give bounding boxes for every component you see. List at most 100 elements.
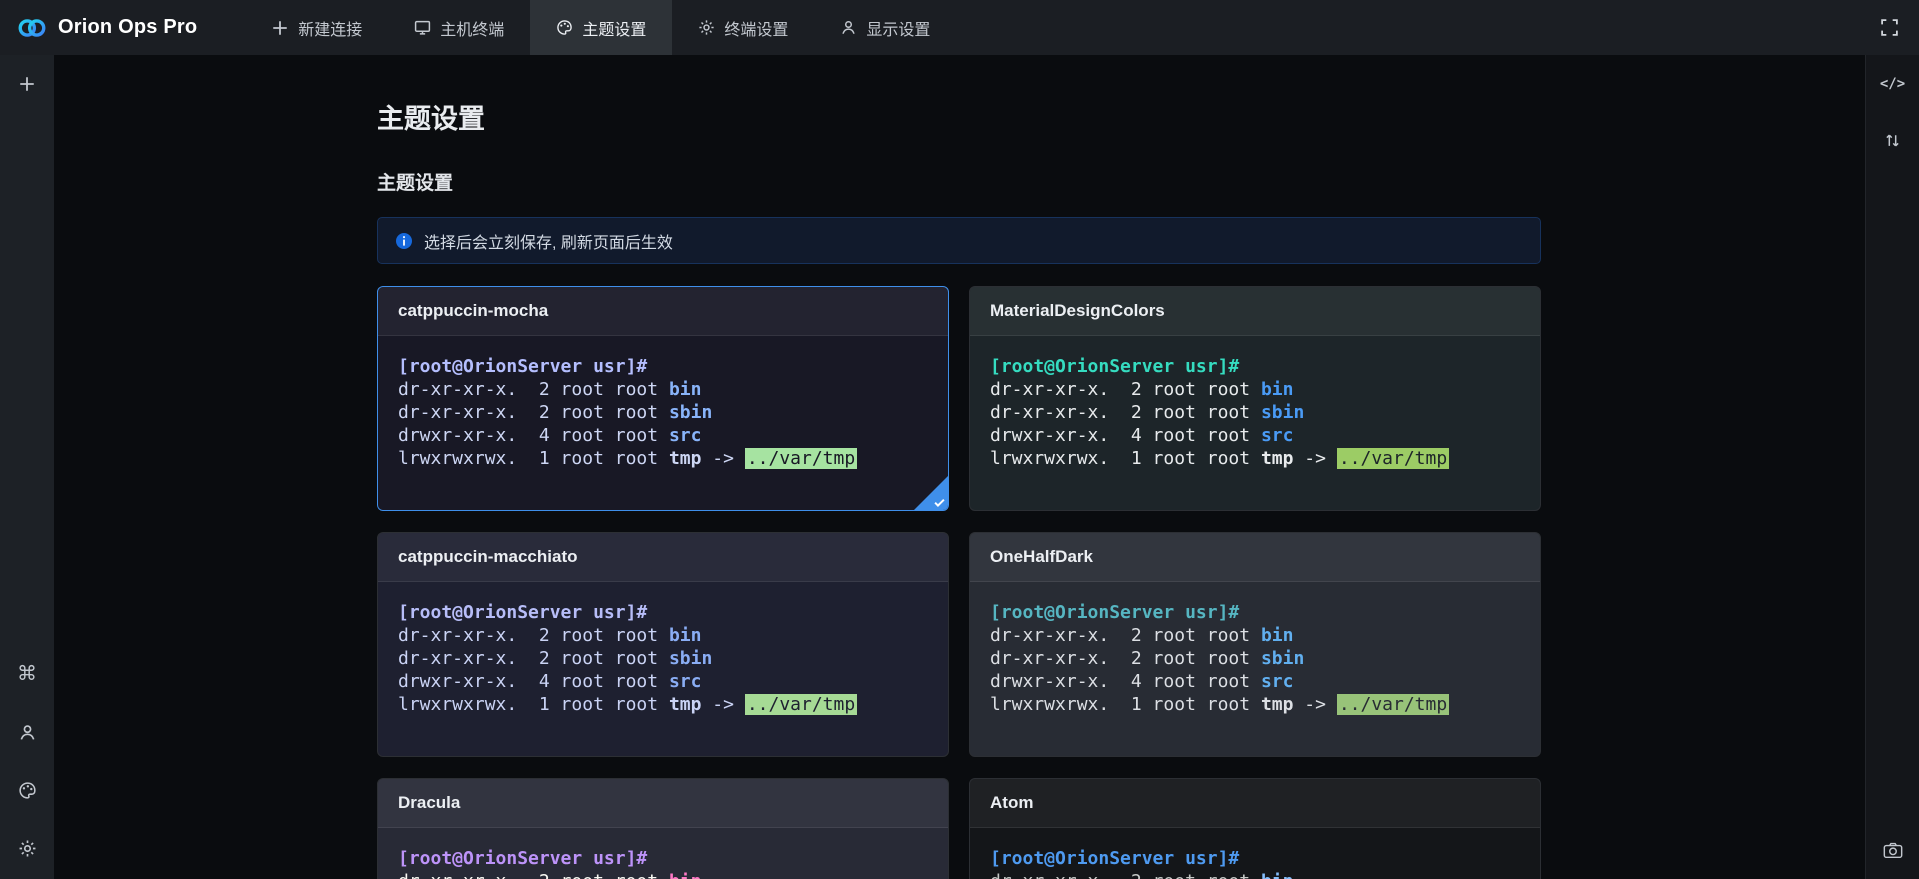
info-icon bbox=[395, 232, 413, 250]
terminal-preview: [root@OrionServer usr]#dr-xr-xr-x. 2 roo… bbox=[378, 582, 948, 756]
dir-name: src bbox=[1261, 671, 1294, 692]
nav-item-主题设置[interactable]: 主题设置 bbox=[530, 0, 672, 55]
camera-icon[interactable] bbox=[1876, 835, 1910, 865]
terminal-line: dr-xr-xr-x. 2 root root bin bbox=[398, 870, 928, 879]
terminal-preview: [root@OrionServer usr]#dr-xr-xr-x. 2 roo… bbox=[970, 582, 1540, 756]
symlink-name: tmp bbox=[1261, 448, 1294, 469]
app-logo-icon bbox=[16, 15, 48, 41]
content-area: 主题设置 主题设置 选择后会立刻保存, 刷新页面后生效 catppuccin-m… bbox=[54, 55, 1865, 879]
nav-item-主机终端[interactable]: 主机终端 bbox=[388, 0, 530, 55]
app-title: Orion Ops Pro bbox=[58, 16, 197, 39]
info-alert-text: 选择后会立刻保存, 刷新页面后生效 bbox=[424, 229, 673, 253]
palette-icon[interactable] bbox=[10, 775, 44, 805]
theme-card-header: MaterialDesignColors bbox=[970, 287, 1540, 336]
gear-icon[interactable] bbox=[10, 833, 44, 863]
left-sidebar: ⌘ bbox=[0, 55, 54, 879]
symlink-target: ../var/tmp bbox=[745, 694, 857, 715]
dir-name: sbin bbox=[669, 648, 712, 669]
right-sidebar-bottom bbox=[1876, 835, 1910, 879]
theme-card-catppuccin-macchiato[interactable]: catppuccin-macchiato [root@OrionServer us… bbox=[377, 532, 949, 757]
dir-name: sbin bbox=[669, 402, 712, 423]
code-icon[interactable]: </> bbox=[1876, 69, 1910, 99]
dir-name: bin bbox=[1261, 379, 1294, 400]
nav-item-新建连接[interactable]: 新建连接 bbox=[245, 0, 388, 55]
terminal-line: dr-xr-xr-x. 2 root root bin bbox=[990, 870, 1520, 879]
dir-name: src bbox=[669, 425, 702, 446]
theme-card-Dracula[interactable]: Dracula [root@OrionServer usr]#dr-xr-xr-x… bbox=[377, 778, 949, 879]
check-icon bbox=[934, 498, 945, 507]
nav-item-label: 新建连接 bbox=[298, 16, 362, 40]
fullscreen-icon[interactable] bbox=[1880, 18, 1899, 37]
terminal-line: drwxr-xr-x. 4 root root src bbox=[990, 670, 1520, 693]
theme-name: Dracula bbox=[398, 793, 460, 813]
dir-name: sbin bbox=[1261, 648, 1304, 669]
terminal-line: dr-xr-xr-x. 2 root root bin bbox=[398, 624, 928, 647]
terminal-line: dr-xr-xr-x. 2 root root sbin bbox=[398, 647, 928, 670]
terminal-line: dr-xr-xr-x. 2 root root sbin bbox=[398, 401, 928, 424]
terminal-prompt-line: [root@OrionServer usr]# bbox=[398, 601, 928, 624]
terminal-line: lrwxrwxrwx. 1 root root tmp -> ../var/tm… bbox=[398, 447, 928, 470]
section-title: 主题设置 bbox=[377, 168, 1865, 195]
display-user-icon bbox=[840, 19, 857, 36]
theme-icon bbox=[556, 19, 573, 36]
terminal-preview: [root@OrionServer usr]# dr-xr-xr-x. 2 roo… bbox=[970, 336, 1540, 510]
dir-name: bin bbox=[669, 625, 702, 646]
right-sidebar: </> bbox=[1865, 55, 1919, 879]
dir-name: bin bbox=[669, 379, 702, 400]
symlink-target: ../var/tmp bbox=[1337, 448, 1449, 469]
theme-card-OneHalfDark[interactable]: OneHalfDark[root@OrionServer usr]#dr-xr-… bbox=[969, 532, 1541, 757]
terminal-line: dr-xr-xr-x. 2 root root sbin bbox=[990, 401, 1520, 424]
terminal-preview: [root@OrionServer usr]#dr-xr-xr-x. 2 roo… bbox=[378, 828, 948, 879]
terminal-line: drwxr-xr-x. 4 root root src bbox=[398, 670, 928, 693]
terminal-line: dr-xr-xr-x. 2 root root bin bbox=[990, 624, 1520, 647]
theme-name: catppuccin-macchiato bbox=[398, 547, 578, 567]
app-root: Orion Ops Pro 新建连接主机终端主题设置终端设置显示设置 ⌘ 主题设… bbox=[0, 0, 1919, 879]
terminal-preview: [root@OrionServer usr]#dr-xr-xr-x. 2 roo… bbox=[970, 828, 1540, 879]
nav-item-显示设置[interactable]: 显示设置 bbox=[814, 0, 956, 55]
nav-item-label: 显示设置 bbox=[866, 16, 930, 40]
left-sidebar-bottom: ⌘ bbox=[10, 659, 44, 879]
terminal-prompt-line: [root@OrionServer usr]# bbox=[990, 601, 1520, 624]
nav-item-终端设置[interactable]: 终端设置 bbox=[672, 0, 814, 55]
terminal-prompt-line: [root@OrionServer usr]# bbox=[990, 355, 1520, 378]
settings-gear-icon bbox=[698, 19, 715, 36]
dir-name: bin bbox=[669, 871, 702, 879]
terminal-prompt-line: [root@OrionServer usr]# bbox=[990, 847, 1520, 870]
symlink-target: ../var/tmp bbox=[745, 448, 857, 469]
theme-card-MaterialDesignColors[interactable]: MaterialDesignColors[root@OrionServer us… bbox=[969, 286, 1541, 511]
user-icon[interactable] bbox=[10, 717, 44, 747]
theme-name: OneHalfDark bbox=[990, 547, 1093, 567]
terminal-line: lrwxrwxrwx. 1 root root tmp -> ../var/tm… bbox=[990, 693, 1520, 716]
right-sidebar-top: </> bbox=[1876, 69, 1910, 155]
nav-item-label: 主机终端 bbox=[440, 16, 504, 40]
terminal-line: dr-xr-xr-x. 2 root root sbin bbox=[990, 647, 1520, 670]
command-icon[interactable]: ⌘ bbox=[10, 659, 44, 689]
terminal-line: drwxr-xr-x. 4 root root src bbox=[990, 424, 1520, 447]
info-alert: 选择后会立刻保存, 刷新页面后生效 bbox=[377, 217, 1541, 264]
symlink-target: ../var/tmp bbox=[1337, 694, 1449, 715]
symlink-name: tmp bbox=[669, 694, 702, 715]
dir-name: bin bbox=[1261, 871, 1294, 879]
theme-card-header: catppuccin-macchiato bbox=[378, 533, 948, 582]
terminal-preview: [root@OrionServer usr]# dr-xr-xr-x. 2 roo… bbox=[378, 336, 948, 510]
terminal-monitor-icon bbox=[414, 19, 431, 36]
dir-name: sbin bbox=[1261, 402, 1304, 423]
dir-name: src bbox=[1261, 425, 1294, 446]
theme-card-Atom[interactable]: Atom[root@OrionServer usr]#dr-xr-xr-x. 2… bbox=[969, 778, 1541, 879]
plus-icon bbox=[271, 19, 289, 37]
sort-arrows-icon[interactable] bbox=[1876, 125, 1910, 155]
brand: Orion Ops Pro bbox=[0, 15, 217, 41]
theme-card-catppuccin-mocha[interactable]: catppuccin-mocha [root@OrionServer usr]# d… bbox=[377, 286, 949, 511]
nav-item-label: 主题设置 bbox=[582, 16, 646, 40]
main-nav: 新建连接 主机终端 主题设置 终端设置 显示设置 bbox=[245, 0, 956, 55]
plus-icon[interactable] bbox=[10, 69, 44, 99]
terminal-prompt-line: [root@OrionServer usr]# bbox=[398, 355, 928, 378]
main-row: ⌘ 主题设置 主题设置 选择后会立刻保存, 刷新页面后生效 catppuccin… bbox=[0, 55, 1919, 879]
symlink-name: tmp bbox=[669, 448, 702, 469]
terminal-line: lrwxrwxrwx. 1 root root tmp -> ../var/tm… bbox=[398, 693, 928, 716]
nav-item-label: 终端设置 bbox=[724, 16, 788, 40]
dir-name: bin bbox=[1261, 625, 1294, 646]
symlink-name: tmp bbox=[1261, 694, 1294, 715]
theme-name: catppuccin-mocha bbox=[398, 301, 548, 321]
terminal-prompt-line: [root@OrionServer usr]# bbox=[398, 847, 928, 870]
